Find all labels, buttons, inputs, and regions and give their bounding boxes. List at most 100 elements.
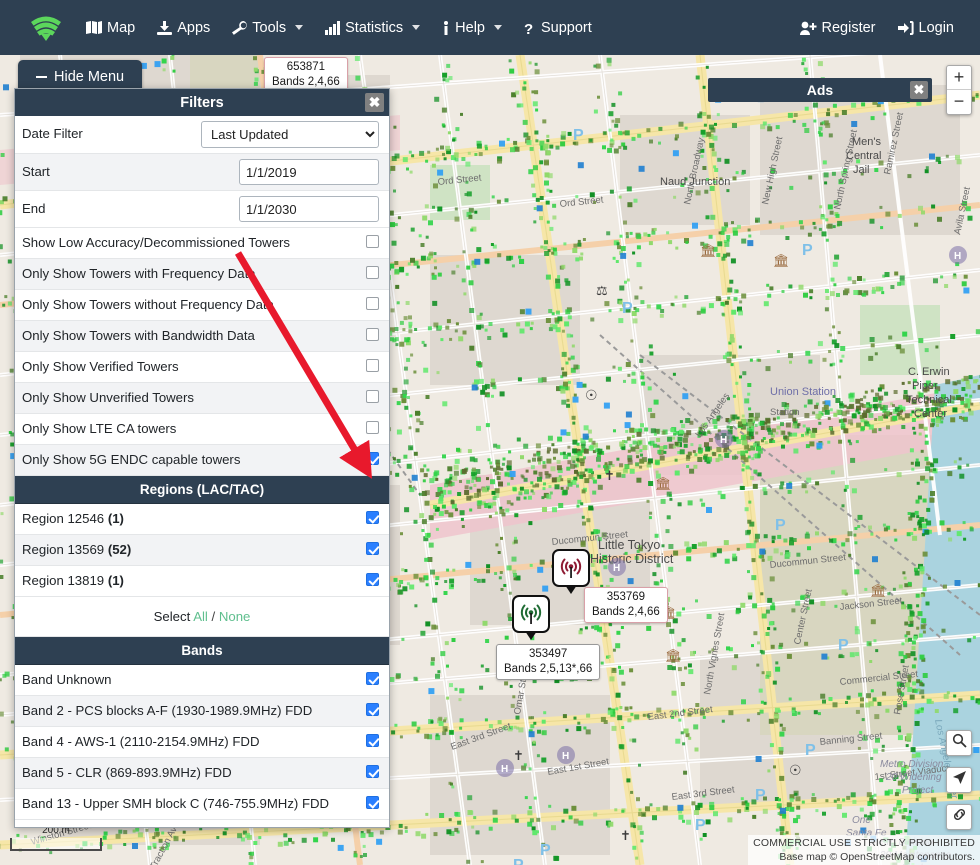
chevron-down-icon [412, 25, 421, 30]
row-checkbox-unverified-towers[interactable]: Only Show Unverified Towers [15, 383, 389, 414]
svg-text:H: H [954, 251, 961, 262]
checkbox-region-13569[interactable] [366, 542, 379, 555]
svg-text:Piper: Piper [912, 380, 938, 392]
checkbox-label: Only Show Towers without Frequency Data [22, 296, 274, 312]
filters-panel-title: Filters [180, 94, 224, 111]
commercial-use-warning: COMMERCIAL USE STRICTLY PROHIBITED [753, 836, 975, 849]
row-checkbox-5g-endc-towers[interactable]: Only Show 5G ENDC capable towers [15, 445, 389, 476]
checkbox-band-5[interactable] [366, 765, 379, 778]
row-checkbox-verified-towers[interactable]: Only Show Verified Towers [15, 352, 389, 383]
checkbox-band-unknown[interactable] [366, 672, 379, 685]
row-band-unknown[interactable]: Band Unknown [15, 665, 389, 696]
row-end-date: End [15, 191, 389, 228]
row-checkbox-lte-ca-towers[interactable]: Only Show LTE CA towers [15, 414, 389, 445]
svg-text:P: P [573, 127, 584, 144]
checkbox-with-frequency-data[interactable] [366, 266, 379, 279]
band-label: Band 5 - CLR (869-893.9MHz) FDD [22, 764, 232, 780]
checkbox-band-2[interactable] [366, 703, 379, 716]
register-button[interactable]: Register [799, 20, 876, 36]
select-all-link[interactable]: All [193, 609, 208, 624]
svg-text:P: P [695, 817, 706, 834]
svg-text:🏛: 🏛 [665, 648, 682, 663]
map-link-button[interactable] [946, 804, 972, 830]
row-checkbox-without-frequency-data[interactable]: Only Show Towers without Frequency Data [15, 290, 389, 321]
nav-label-map: Map [107, 19, 136, 36]
login-button[interactable]: Login [897, 20, 954, 36]
row-region-12546[interactable]: Region 12546 (1) [15, 504, 389, 535]
row-checkbox-show-low-accuracy[interactable]: Show Low Accuracy/Decommissioned Towers [15, 228, 389, 259]
checkbox-label: Only Show Unverified Towers [22, 389, 194, 405]
checkbox-5g-endc-towers[interactable] [366, 452, 379, 465]
tower-label-353769: 353769 Bands 2,4,66 [584, 587, 668, 623]
tower-icon [512, 595, 550, 640]
checkbox-unverified-towers[interactable] [366, 390, 379, 403]
row-band-13[interactable]: Band 13 - Upper SMH block C (746-755.9MH… [15, 789, 389, 820]
row-checkbox-with-frequency-data[interactable]: Only Show Towers with Frequency Data [15, 259, 389, 290]
sign-in-icon [897, 20, 914, 35]
date-filter-select[interactable]: Last Updated [201, 121, 379, 148]
map-zoom-control[interactable]: + − [946, 65, 972, 115]
nav-item-tools[interactable]: Tools [232, 20, 304, 36]
checkbox-lte-ca-towers[interactable] [366, 421, 379, 434]
tower-marker-353769[interactable]: 353769 Bands 2,4,66 [552, 549, 668, 623]
svg-text:C. Erwin: C. Erwin [908, 366, 950, 378]
map-icon [86, 20, 102, 35]
checkbox-with-bandwidth-data[interactable] [366, 328, 379, 341]
svg-text:Central: Central [846, 150, 881, 162]
map-attribution: COMMERCIAL USE STRICTLY PROHIBITED Base … [748, 834, 980, 865]
row-region-13569[interactable]: Region 13569 (52) [15, 535, 389, 566]
nav-item-statistics[interactable]: Statistics [325, 20, 421, 36]
svg-text:☉: ☉ [789, 762, 802, 778]
checkbox-region-13819[interactable] [366, 573, 379, 586]
svg-text:H: H [501, 764, 508, 775]
row-checkbox-with-bandwidth-data[interactable]: Only Show Towers with Bandwidth Data [15, 321, 389, 352]
nav-item-support[interactable]: ? Support [524, 20, 592, 38]
checkbox-label: Only Show Towers with Bandwidth Data [22, 327, 255, 343]
checkbox-show-low-accuracy[interactable] [366, 235, 379, 248]
nav-item-apps[interactable]: Apps [157, 20, 210, 36]
region-name: Region 12546 [22, 510, 105, 526]
row-band-5[interactable]: Band 5 - CLR (869-893.9MHz) FDD [15, 758, 389, 789]
wifi-signal-icon[interactable] [24, 6, 68, 50]
checkbox-band-4[interactable] [366, 734, 379, 747]
row-band-2[interactable]: Band 2 - PCS blocks A-F (1930-1989.9MHz)… [15, 696, 389, 727]
svg-text:⚖: ⚖ [596, 283, 608, 298]
date-filter-label: Date Filter [22, 126, 83, 142]
ads-close-button[interactable]: ✖ [910, 81, 928, 99]
nav-item-map[interactable]: Map [86, 20, 135, 36]
top-navbar: Map Apps Tools Statistics Help ? Support… [0, 0, 980, 55]
tower-label-353497: 353497 Bands 2,5,13*,66 [496, 644, 601, 680]
row-band-4[interactable]: Band 4 - AWS-1 (2110-2154.9MHz) FDD [15, 727, 389, 758]
checkbox-region-12546[interactable] [366, 511, 379, 524]
nav-item-help[interactable]: Help [442, 20, 502, 36]
svg-text:✝: ✝ [513, 748, 524, 763]
svg-text:Union Station: Union Station [770, 386, 836, 398]
nav-label-help: Help [455, 19, 485, 36]
svg-text:🏛: 🏛 [870, 583, 887, 598]
end-date-input[interactable] [239, 196, 379, 222]
svg-text:✝: ✝ [604, 468, 615, 483]
tower-icon [552, 549, 590, 594]
select-none-link[interactable]: None [219, 609, 251, 624]
tower-marker-353497[interactable]: 353497 Bands 2,5,13*,66 [496, 595, 601, 680]
checkbox-verified-towers[interactable] [366, 359, 379, 372]
user-plus-icon [799, 21, 817, 35]
zoom-in-button[interactable]: + [947, 66, 971, 90]
bands-section-header: Bands [15, 637, 389, 665]
map-scale-bar: 200 m [10, 825, 102, 851]
zoom-out-button[interactable]: − [947, 90, 971, 114]
filters-close-button[interactable]: ✖ [365, 93, 384, 112]
region-count: (1) [107, 572, 124, 588]
chevron-down-icon [493, 25, 502, 30]
start-date-input[interactable] [239, 159, 379, 185]
ads-panel-header: Ads ✖ [708, 78, 932, 102]
checkbox-without-frequency-data[interactable] [366, 297, 379, 310]
map-search-button[interactable] [946, 730, 972, 756]
checkbox-band-13[interactable] [366, 796, 379, 809]
filters-panel-body[interactable]: Date Filter Last Updated Start End [15, 116, 389, 827]
row-region-13819[interactable]: Region 13819 (1) [15, 566, 389, 597]
row-date-filter: Date Filter Last Updated [15, 116, 389, 154]
info-icon [442, 20, 450, 35]
svg-text:20 Widening: 20 Widening [885, 772, 942, 783]
map-locate-button[interactable] [946, 767, 972, 793]
